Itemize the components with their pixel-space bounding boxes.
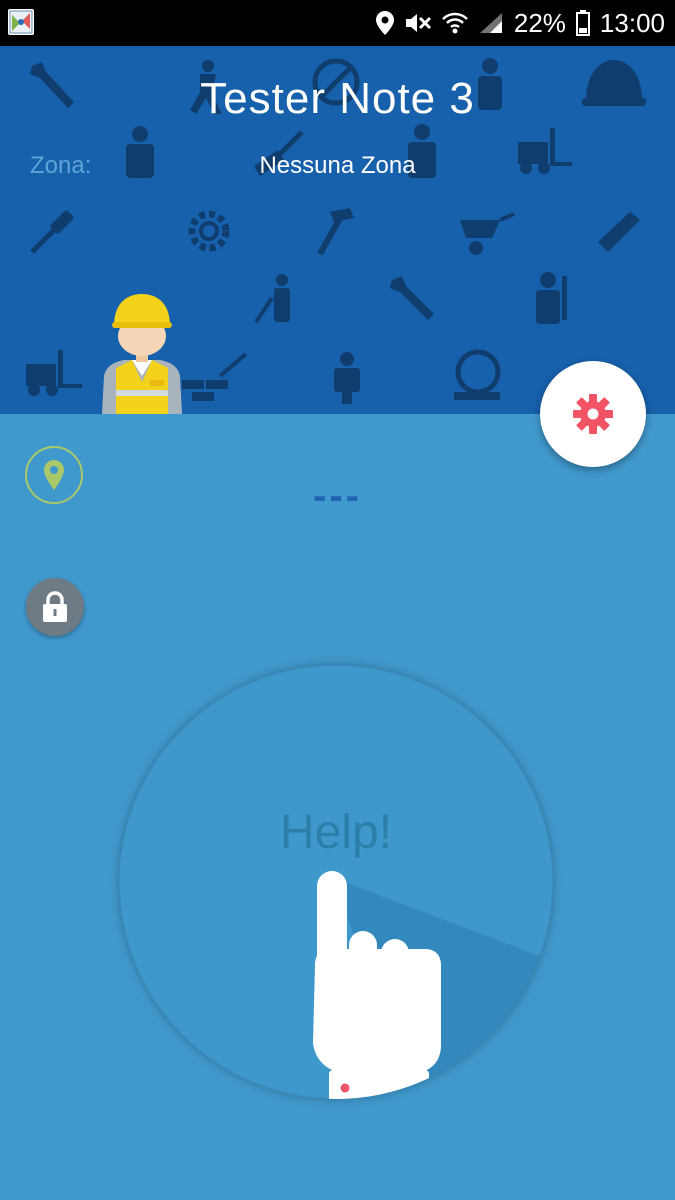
gear-pattern-icon bbox=[188, 210, 230, 252]
wrench-icon bbox=[390, 276, 434, 320]
device-title: Tester Note 3 bbox=[200, 74, 475, 123]
status-bar: 22% 13:00 bbox=[0, 0, 675, 46]
forklift-icon bbox=[26, 350, 82, 396]
gear-icon bbox=[573, 394, 613, 434]
app-notification-icon bbox=[8, 9, 34, 35]
worker-avatar bbox=[102, 294, 182, 414]
wifi-icon bbox=[441, 11, 468, 35]
battery-percent: 22% bbox=[513, 7, 566, 38]
settings-button[interactable] bbox=[540, 361, 646, 467]
profile-header: Tester Note 3 Zona: Nessuna Zona bbox=[0, 46, 675, 414]
bricks-trowel-icon bbox=[182, 352, 248, 401]
worker-icon bbox=[536, 272, 567, 324]
circular-saw-icon bbox=[454, 349, 501, 400]
zone-value: Nessuna Zona bbox=[259, 152, 416, 179]
battery-icon bbox=[575, 10, 590, 36]
worker-digging-icon bbox=[254, 274, 290, 324]
signal-icon bbox=[478, 11, 504, 35]
wheelbarrow-icon bbox=[460, 212, 515, 255]
pointing-hand-icon bbox=[313, 871, 553, 1099]
screwdriver-icon bbox=[30, 210, 74, 254]
vibrate-mute-icon bbox=[404, 11, 432, 35]
worker-icon bbox=[334, 352, 360, 404]
lock-button[interactable] bbox=[26, 578, 84, 636]
lock-icon bbox=[43, 591, 67, 622]
status-readout: --- bbox=[313, 474, 362, 518]
hammer-icon bbox=[317, 208, 354, 256]
clock: 13:00 bbox=[599, 7, 665, 38]
help-button[interactable]: Help! bbox=[119, 665, 553, 1099]
location-icon bbox=[375, 11, 394, 35]
chainsaw-icon bbox=[598, 212, 640, 252]
